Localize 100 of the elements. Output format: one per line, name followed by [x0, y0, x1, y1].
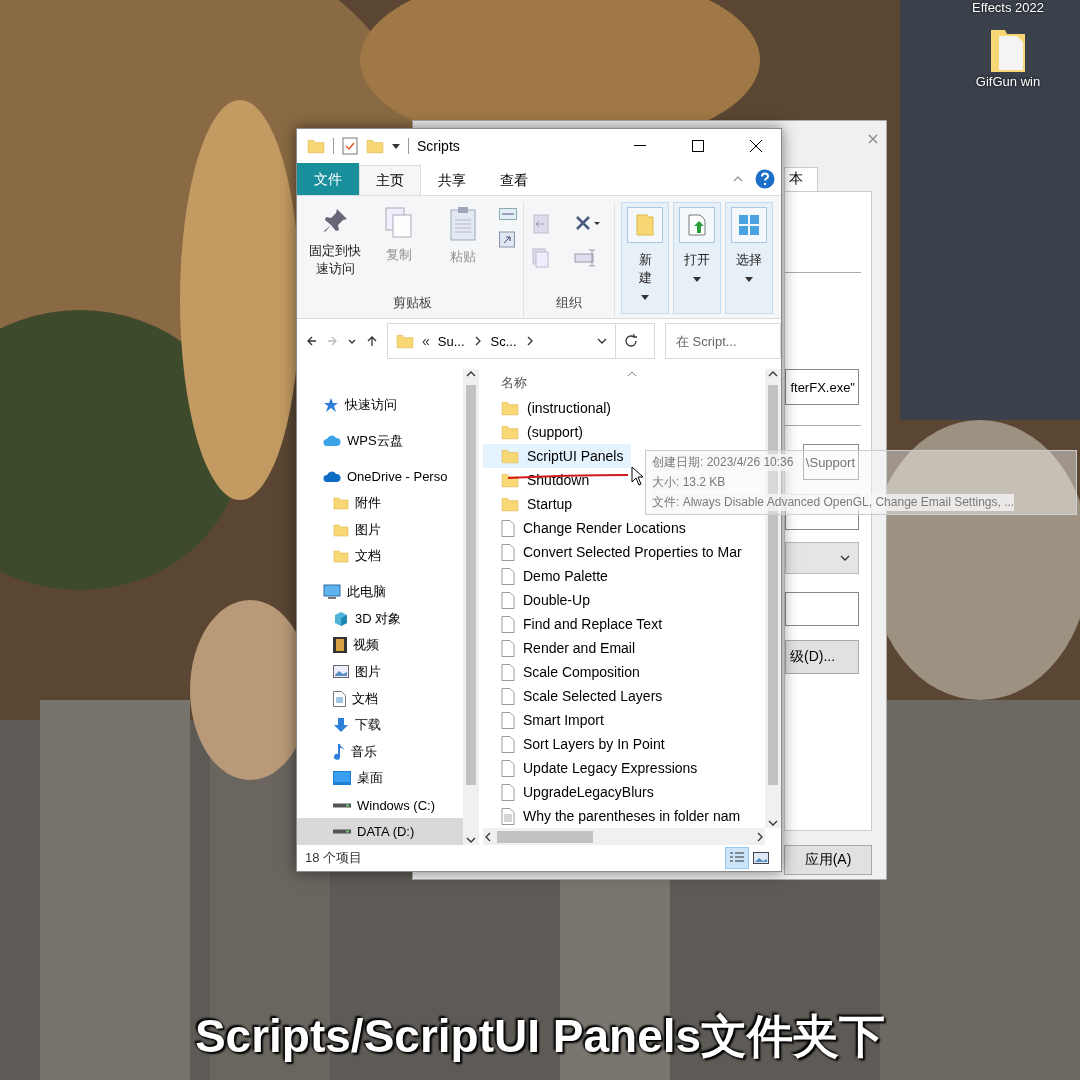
- nav-item[interactable]: 视频: [297, 632, 463, 659]
- nav-item[interactable]: DATA (D:): [297, 818, 463, 845]
- film-icon: [333, 637, 347, 654]
- clipboard-icon: [449, 206, 477, 242]
- help-icon[interactable]: [755, 169, 775, 189]
- advanced-button[interactable]: 级(D)...: [785, 640, 859, 674]
- close-icon: [868, 134, 878, 144]
- file-row[interactable]: Update Legacy Expressions: [483, 756, 706, 780]
- document-icon: [333, 690, 346, 707]
- target-field[interactable]: fterFX.exe": [785, 369, 859, 405]
- desktop-icon-label[interactable]: GifGun win: [975, 74, 1041, 89]
- file-icon: [501, 615, 515, 633]
- file-row[interactable]: Sort Layers by In Point: [483, 732, 673, 756]
- item-count: 18 个项目: [305, 849, 363, 867]
- file-row[interactable]: Find and Replace Text: [483, 612, 671, 636]
- file-row[interactable]: Scale Composition: [483, 660, 648, 684]
- file-row[interactable]: Demo Palette: [483, 564, 616, 588]
- file-row[interactable]: UpgradeLegacyBlurs: [483, 780, 662, 804]
- file-row[interactable]: ScriptUI Panels: [483, 444, 632, 468]
- nav-item[interactable]: 文档: [297, 685, 463, 712]
- address-bar[interactable]: « Su... Sc...: [387, 323, 655, 359]
- breadcrumb[interactable]: Sc...: [490, 333, 517, 349]
- file-icon: [501, 783, 515, 801]
- pin-button[interactable]: 固定到快速访问: [307, 202, 363, 294]
- file-icon: [501, 759, 515, 777]
- nav-item[interactable]: 附件: [297, 489, 463, 517]
- forward-arrow-icon: [327, 336, 337, 346]
- music-note-icon: [333, 743, 345, 761]
- up-arrow-icon: [367, 336, 377, 346]
- folder-icon: [307, 137, 325, 155]
- dropdown-caret-icon: [641, 295, 649, 301]
- nav-item[interactable]: 图片: [297, 658, 463, 686]
- file-row[interactable]: Convert Selected Properties to Mar: [483, 540, 750, 564]
- apply-button[interactable]: 应用(A): [784, 845, 872, 875]
- copy-path-icon[interactable]: [499, 208, 517, 220]
- file-row[interactable]: Double-Up: [483, 588, 598, 612]
- select-button[interactable]: 选择: [725, 202, 773, 314]
- scrollbar[interactable]: [463, 369, 479, 845]
- horizontal-scrollbar[interactable]: [483, 828, 765, 845]
- comment-field[interactable]: [785, 592, 859, 626]
- refresh-icon[interactable]: [624, 334, 638, 348]
- dialog-tab[interactable]: 本: [784, 167, 818, 191]
- scroll-right-icon: [755, 831, 765, 842]
- file-row[interactable]: Shutdown: [483, 468, 598, 492]
- file-row[interactable]: Startup: [483, 492, 581, 516]
- file-icon: [501, 519, 515, 537]
- nav-item[interactable]: 桌面: [297, 765, 463, 792]
- nav-item[interactable]: 下载: [297, 711, 463, 739]
- file-icon: [501, 735, 515, 753]
- folder-icon[interactable]: [989, 28, 1027, 74]
- drive-icon: [333, 829, 351, 835]
- nav-item[interactable]: 此电脑: [297, 578, 463, 606]
- properties-icon[interactable]: [342, 137, 358, 155]
- paste-shortcut-icon[interactable]: [499, 230, 515, 248]
- image-icon: [753, 852, 769, 864]
- ribbon-tab[interactable]: 主页: [359, 165, 421, 195]
- chevron-down-icon: [597, 336, 607, 346]
- folder-icon: [501, 447, 519, 465]
- new-button[interactable]: 新建: [621, 202, 669, 314]
- dropdown-caret-icon: [693, 277, 701, 283]
- file-row[interactable]: (support): [483, 420, 592, 444]
- open-file-icon: [688, 214, 706, 236]
- file-menu-tab[interactable]: 文件: [297, 163, 359, 195]
- file-row[interactable]: Scale Selected Layers: [483, 684, 671, 708]
- file-row[interactable]: Smart Import: [483, 708, 612, 732]
- run-dropdown[interactable]: [785, 542, 859, 574]
- file-icon: [501, 663, 515, 681]
- nav-item[interactable]: 音乐: [297, 738, 463, 766]
- file-row[interactable]: Render and Email: [483, 636, 644, 660]
- file-row[interactable]: Why the parentheses in folder nam: [483, 804, 749, 828]
- subtitle: Scripts/ScriptUI Panels文件夹下: [193, 1009, 887, 1064]
- nav-item[interactable]: 3D 对象: [297, 605, 463, 632]
- file-row[interactable]: Change Render Locations: [483, 516, 694, 540]
- folder-icon: [501, 399, 519, 417]
- nav-item[interactable]: 快速访问: [297, 392, 463, 419]
- column-header[interactable]: 名称: [483, 369, 765, 396]
- open-button[interactable]: 打开: [673, 202, 721, 314]
- copy-icon: [384, 206, 414, 240]
- nav-item[interactable]: 文档: [297, 543, 463, 570]
- nav-item[interactable]: OneDrive - Perso: [297, 463, 463, 490]
- search-field[interactable]: 在 Script...: [665, 323, 781, 359]
- nav-item[interactable]: Windows (C:): [297, 791, 463, 819]
- grid-icon: [738, 214, 760, 236]
- start-in-field[interactable]: \Support: [803, 444, 859, 480]
- file-row[interactable]: (instructional): [483, 396, 620, 420]
- file-icon: [501, 711, 515, 729]
- close-icon: [749, 139, 763, 153]
- file-icon: [501, 639, 515, 657]
- folder-icon: [333, 521, 349, 538]
- download-icon: [333, 717, 349, 734]
- scroll-up-icon: [768, 369, 778, 379]
- overflow-marker[interactable]: «: [422, 333, 430, 349]
- maximize-icon: [692, 140, 704, 152]
- new-folder-icon: [366, 137, 384, 155]
- scroll-down-icon: [768, 818, 778, 828]
- nav-item[interactable]: 图片: [297, 516, 463, 544]
- mouse-cursor-icon: [631, 466, 645, 486]
- nav-item[interactable]: WPS云盘: [297, 427, 463, 455]
- breadcrumb[interactable]: Su...: [437, 333, 465, 349]
- folder-icon: [501, 495, 519, 513]
